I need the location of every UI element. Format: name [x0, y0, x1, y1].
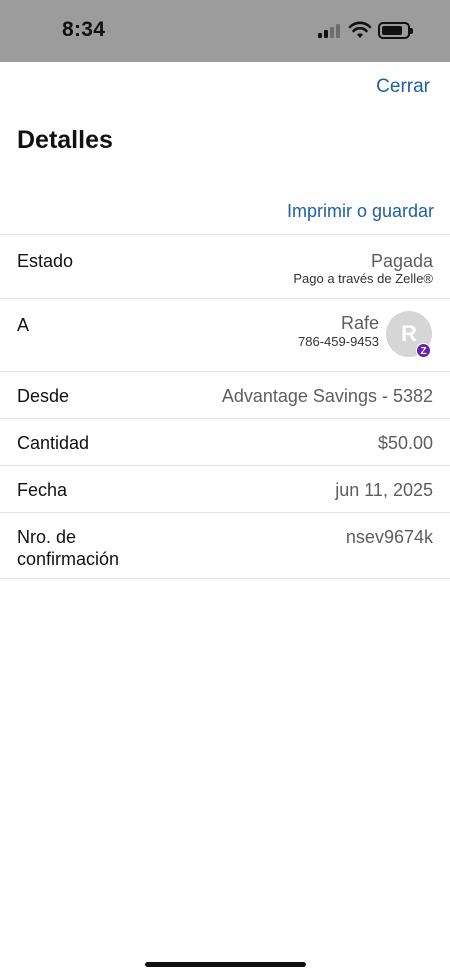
desde-value: Advantage Savings - 5382 [221, 386, 433, 406]
detail-row-desde: Desde Advantage Savings - 5382 [0, 371, 450, 418]
detail-row-cantidad: Cantidad $50.00 [0, 418, 450, 465]
detail-row-recipient: A Rafe 786-459-9453 R Z [0, 298, 450, 371]
estado-value: Pagada [370, 251, 433, 271]
status-bar: 8:34 [0, 0, 450, 62]
wifi-icon [348, 21, 372, 38]
detail-row-confirmation: Nro. de confirmación nsev9674k [0, 512, 450, 579]
estado-sub-value: Pago a través de Zelle® [293, 271, 433, 286]
recipient-phone: 786-459-9453 [298, 334, 379, 349]
confirmation-value: nsev9674k [345, 527, 433, 547]
estado-label: Estado [17, 251, 74, 271]
desde-label: Desde [17, 386, 70, 406]
status-time: 8:34 [62, 18, 106, 41]
recipient-name: Rafe [340, 313, 379, 333]
zelle-badge-icon: Z [416, 343, 431, 358]
battery-icon [378, 22, 413, 39]
page-title: Detalles [17, 126, 113, 154]
cellular-signal-icon [318, 24, 344, 38]
print-or-save-link[interactable]: Imprimir o guardar [287, 201, 434, 222]
recipient-label: A [17, 315, 30, 335]
fecha-label: Fecha [17, 480, 68, 500]
detail-row-fecha: Fecha jun 11, 2025 [0, 465, 450, 512]
cantidad-label: Cantidad [17, 433, 90, 453]
confirmation-label: Nro. de confirmación [17, 527, 120, 569]
fecha-value: jun 11, 2025 [335, 480, 433, 500]
detail-row-estado: Estado Pagada Pago a través de Zelle® [0, 234, 450, 298]
close-button[interactable]: Cerrar [376, 76, 430, 98]
details-list: Estado Pagada Pago a través de Zelle® A … [0, 234, 450, 579]
cantidad-value: $50.00 [377, 433, 433, 453]
home-indicator[interactable] [145, 962, 306, 967]
